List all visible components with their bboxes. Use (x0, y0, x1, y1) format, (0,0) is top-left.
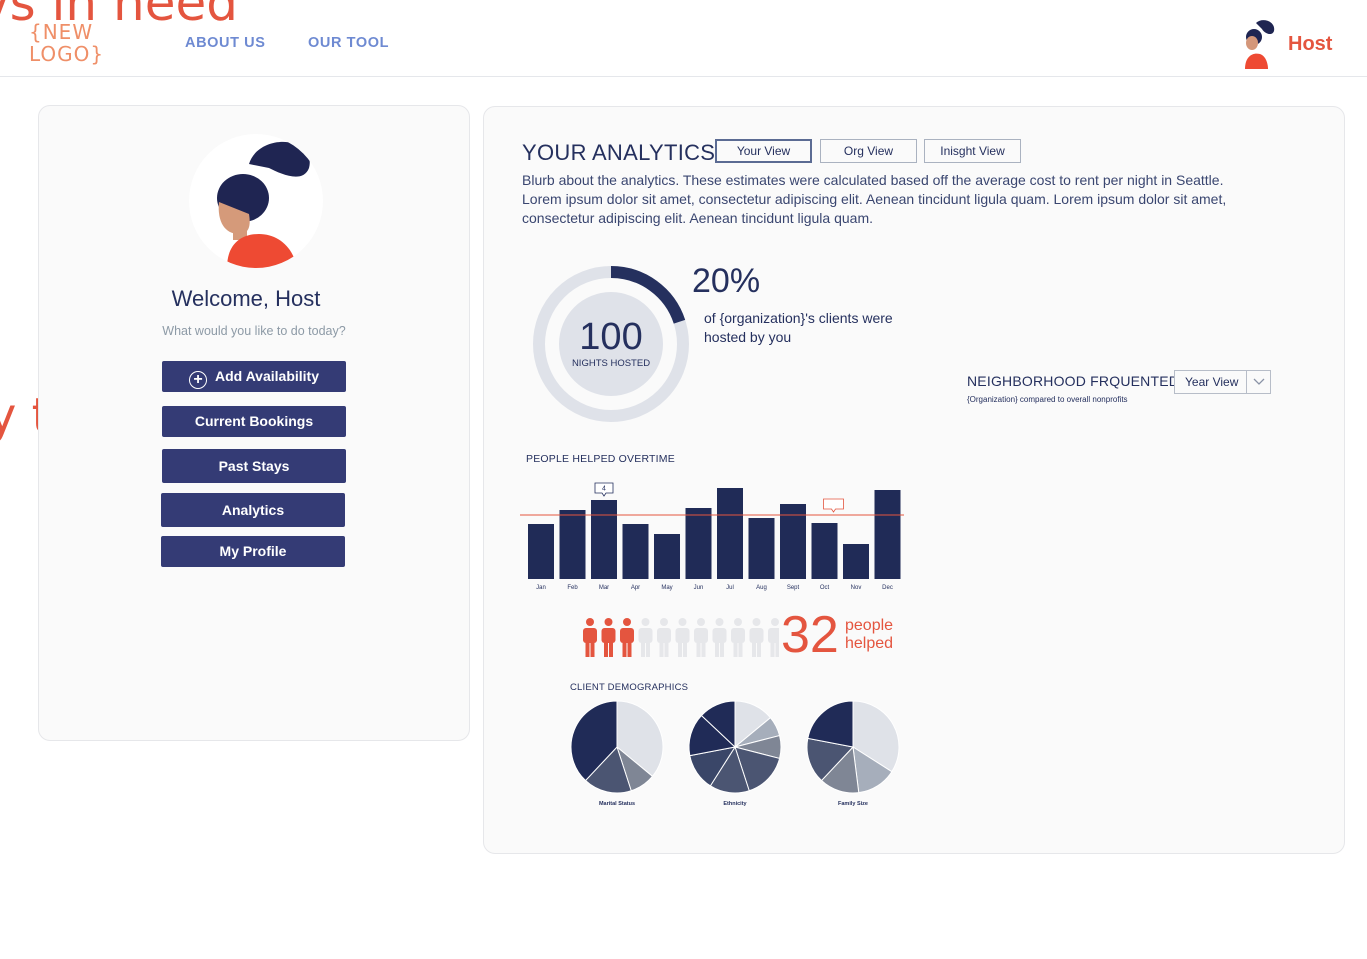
bar-annotation-label: 4 (602, 486, 606, 493)
bar-tick-label: Oct (820, 585, 830, 591)
nav-about-us[interactable]: ABOUT US (185, 35, 266, 51)
person-filled-icon (620, 618, 634, 657)
analytics-blurb: Blurb about the analytics. These estimat… (522, 172, 1227, 226)
year-view-value: Year View (1185, 375, 1239, 389)
bar-tick-label: Dec (882, 585, 893, 591)
demographics-title: CLIENT DEMOGRAPHICS (570, 682, 689, 693)
person-empty-icon (712, 618, 727, 657)
bar-tick-label: Mar (599, 585, 609, 591)
bar-chart-title: PEOPLE HELPED OVERTIME (526, 453, 675, 465)
pie-title: Marital Status (599, 801, 635, 807)
insight-view-button[interactable]: Inisght View (924, 139, 1021, 163)
past-stays-button[interactable]: Past Stays (162, 449, 346, 483)
bar-Aug (748, 518, 775, 579)
bar-tick-label: May (661, 585, 672, 591)
person-empty-icon (638, 618, 653, 657)
host-avatar-icon (217, 141, 310, 268)
people-helped-icons (583, 618, 779, 657)
user-name[interactable]: Host (1288, 33, 1332, 56)
user-avatar-icon[interactable] (1238, 19, 1278, 69)
bar-Feb (559, 510, 586, 579)
bar-Nov (843, 544, 869, 579)
welcome-subtitle: What would you like to do today? (162, 324, 346, 338)
pie-slice (807, 700, 854, 748)
person-empty-icon (657, 618, 671, 657)
analytics-card: YOUR ANALYTICS Your View Org View Inisgh… (483, 106, 1345, 854)
person-empty-icon (694, 618, 708, 657)
people-helped-bar-chart: Jan Feb Mar Apr May Jun Jul Aug Sept Oct Nov Dec 4 (520, 482, 904, 591)
your-view-button[interactable]: Your View (715, 139, 812, 163)
bar-tick-label: Jan (536, 585, 546, 591)
person-empty-icon (675, 618, 690, 657)
person-filled-icon (583, 618, 597, 657)
bar-Jun (685, 508, 712, 579)
people-label-line2: helped (845, 635, 894, 652)
nav-our-tool[interactable]: OUR TOOL (308, 35, 389, 51)
bar-Jul (717, 488, 743, 579)
marital-status-pie: Marital Status (570, 700, 664, 807)
person-empty-icon (731, 618, 745, 657)
bar-tick-label: Jul (726, 585, 734, 591)
top-header: {NEW LOGO} ABOUT US OUR TOOL Host (0, 0, 1367, 77)
chevron-down-icon (1246, 371, 1270, 393)
neighborhood-subtitle: {Organization} compared to overall nonpr… (967, 395, 1128, 404)
bar-tick-label: Jun (694, 585, 704, 591)
analytics-button[interactable]: Analytics (161, 493, 345, 527)
person-empty-icon (749, 618, 764, 657)
nights-hosted-label: NIGHTS HOSTED (571, 358, 651, 369)
percent-description: of {organization}'s clients were hosted … (704, 310, 893, 345)
logo[interactable]: {NEW LOGO} (29, 21, 104, 65)
add-availability-button[interactable]: + Add Availability (162, 361, 346, 392)
people-helped-label: people helped (845, 617, 893, 653)
analytics-title: YOUR ANALYTICS (522, 140, 716, 165)
bar-tick-label: Nov (851, 585, 862, 591)
neighborhood-title: NEIGHBORHOOD FRQUENTED (967, 373, 1180, 389)
welcome-heading: Welcome, Host (171, 286, 321, 311)
year-view-select[interactable]: Year View (1174, 370, 1271, 394)
avatar (189, 134, 323, 268)
profile-card: Welcome, Host What would you like to do … (38, 105, 470, 741)
add-availability-label: Add Availability (215, 368, 319, 384)
pie-title: Ethnicity (723, 801, 747, 807)
bar-Dec (874, 490, 901, 579)
bar-Jan (528, 524, 554, 579)
my-profile-button[interactable]: My Profile (161, 536, 345, 567)
bar-tick-label: Aug (756, 585, 767, 591)
nights-hosted-value: 100 (579, 316, 643, 358)
people-label-line1: people (845, 617, 894, 634)
october-marker-bubble (823, 498, 844, 513)
pie-title: Family Size (838, 801, 868, 807)
ethnicity-pie: Ethnicity (688, 700, 782, 807)
bar-May (654, 534, 680, 579)
percent-value: 20% (692, 262, 761, 300)
bar-tick-label: Sept (787, 585, 800, 591)
current-bookings-button[interactable]: Current Bookings (162, 406, 346, 437)
bar-tick-label: Feb (567, 585, 578, 591)
bar-Apr (622, 524, 649, 579)
people-helped-count: 32 (781, 606, 839, 664)
bar-tick-label: Apr (631, 585, 640, 591)
bar-Mar (591, 500, 617, 579)
family-size-pie: Family Size (806, 700, 900, 807)
bar-Oct (811, 523, 838, 579)
plus-circle-icon: + (189, 371, 207, 389)
person-filled-icon (601, 618, 616, 657)
person-empty-icon (768, 618, 779, 657)
org-view-button[interactable]: Org View (820, 139, 917, 163)
